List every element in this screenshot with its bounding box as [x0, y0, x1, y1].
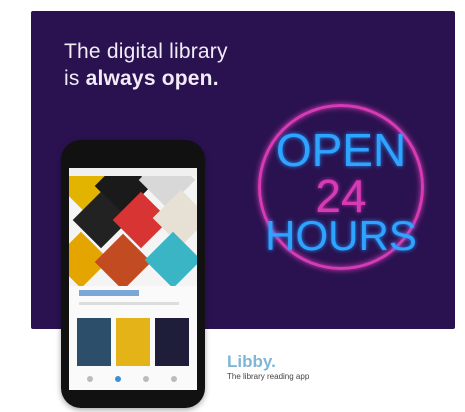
libby-tagline: The library reading app	[227, 372, 310, 381]
section-heading	[79, 290, 139, 296]
headline-line-2: is always open.	[64, 65, 228, 92]
nav-tab-icon[interactable]	[87, 376, 93, 382]
book-thumbnail[interactable]	[155, 318, 189, 366]
nav-tab-icon[interactable]	[143, 376, 149, 382]
nav-tab-icon[interactable]	[171, 376, 177, 382]
section-subtext	[79, 302, 179, 305]
libby-logo-text: Libby.	[227, 352, 276, 371]
open-24-hours-sign: OPEN 24 HOURS	[258, 104, 424, 270]
headline-emphasis: always open.	[85, 67, 219, 90]
phone-mockup	[61, 140, 205, 408]
sign-open-text: OPEN	[275, 124, 407, 176]
nav-tab-icon[interactable]	[115, 376, 121, 382]
status-bar	[69, 168, 197, 176]
headline: The digital library is always open.	[64, 38, 228, 92]
headline-prefix: is	[64, 67, 86, 90]
book-cover-collage	[69, 176, 197, 286]
cover-tile	[144, 231, 197, 286]
book-thumbnail[interactable]	[77, 318, 111, 366]
headline-line-1: The digital library	[64, 40, 228, 63]
phone-screen	[69, 168, 197, 390]
book-thumbnail[interactable]	[116, 318, 150, 366]
sign-hours-text: HOURS	[265, 212, 417, 259]
